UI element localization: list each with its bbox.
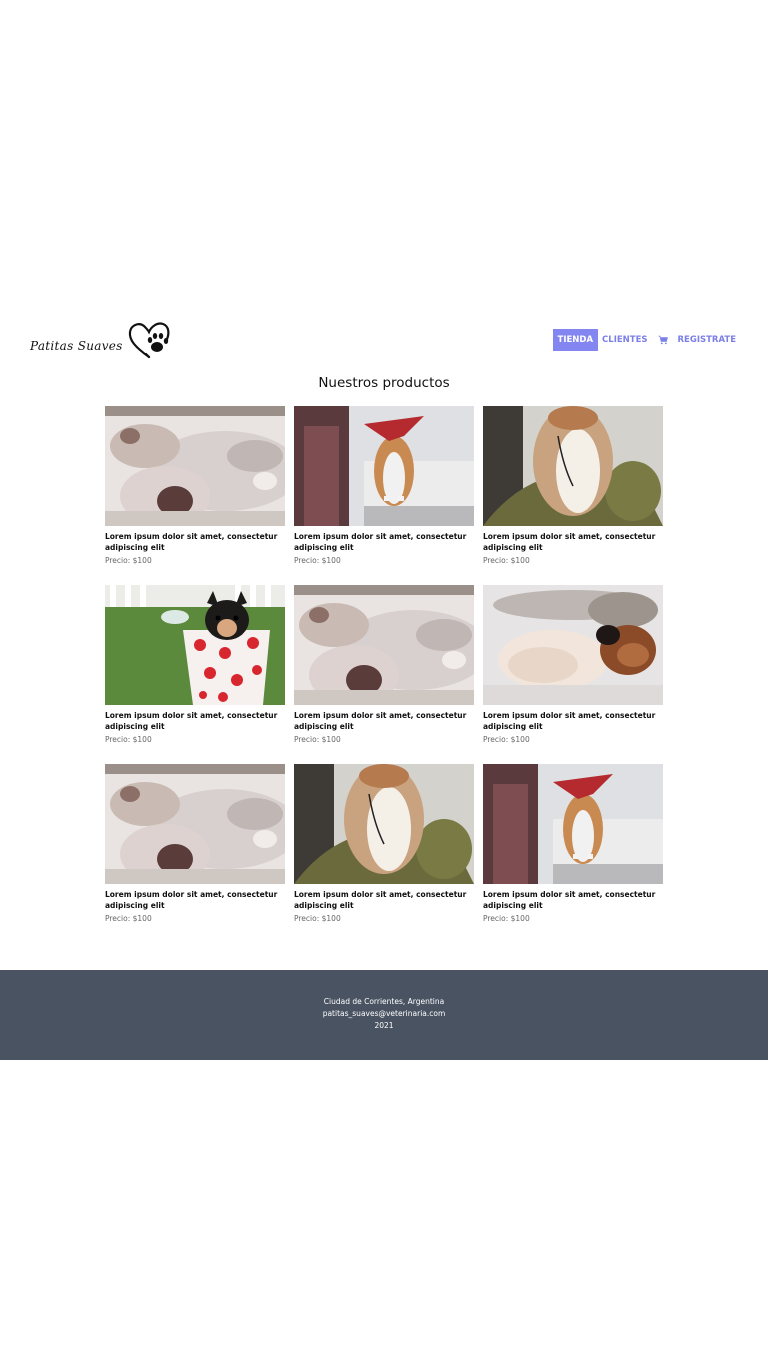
product-card[interactable]: Lorem ipsum dolor sit amet, consectetur … [483,764,663,924]
product-card[interactable]: Lorem ipsum dolor sit amet, consectetur … [105,764,285,924]
nav-clientes[interactable]: CLIENTES [598,330,651,350]
nav-registrate[interactable]: REGISTRATE [674,330,740,350]
product-card[interactable]: Lorem ipsum dolor sit amet, consectetur … [483,406,663,566]
product-card[interactable]: Lorem ipsum dolor sit amet, consectetur … [294,764,474,924]
product-card[interactable]: Lorem ipsum dolor sit amet, consectetur … [105,406,285,566]
kitten-sleeping-photo [294,585,474,705]
product-price: Precio: $100 [105,914,152,923]
product-description: Lorem ipsum dolor sit amet, consectetur … [105,890,278,910]
product-description: Lorem ipsum dolor sit amet, consectetur … [483,532,656,552]
product-card[interactable]: Lorem ipsum dolor sit amet, consectetur … [105,585,285,745]
product-price: Precio: $100 [294,556,341,565]
product-price: Precio: $100 [294,914,341,923]
product-description: Lorem ipsum dolor sit amet, consectetur … [105,532,278,552]
page: Patitas Suaves TIENDA CLIENTES REGISTRAT… [0,0,768,1365]
product-price: Precio: $100 [483,914,530,923]
product-price: Precio: $100 [105,556,152,565]
puppies-sleeping-photo [483,585,663,705]
footer-email[interactable]: patitas_suaves@veterinaria.com [0,1008,768,1020]
kitten-sleeping-photo [105,764,285,884]
product-card[interactable]: Lorem ipsum dolor sit amet, consectetur … [294,585,474,745]
nav-tienda[interactable]: TIENDA [552,329,599,351]
product-price: Precio: $100 [294,735,341,744]
footer: Ciudad de Corrientes, Argentina patitas_… [0,970,768,1060]
product-price: Precio: $100 [105,735,152,744]
dog-on-chair-photo [483,406,663,526]
product-description: Lorem ipsum dolor sit amet, consectetur … [483,890,656,910]
puppy-in-polka-dot-cup-photo [105,585,285,705]
product-price: Precio: $100 [483,735,530,744]
product-card[interactable]: Lorem ipsum dolor sit amet, consectetur … [294,406,474,566]
footer-year: 2021 [374,1021,394,1030]
product-card[interactable]: Lorem ipsum dolor sit amet, consectetur … [483,585,663,745]
heart-paw-icon [128,322,170,359]
cart-icon[interactable] [658,335,668,345]
product-description: Lorem ipsum dolor sit amet, consectetur … [483,711,656,731]
section-title: Nuestros productos [318,375,450,391]
footer-location: Ciudad de Corrientes, Argentina [323,997,445,1006]
main-nav: TIENDA CLIENTES REGISTRATE [552,329,740,351]
product-grid: Lorem ipsum dolor sit amet, consectetur … [105,406,664,924]
dog-on-chair-photo [294,764,474,884]
product-description: Lorem ipsum dolor sit amet, consectetur … [294,890,467,910]
brand-name: Patitas Suaves [30,339,123,353]
product-description: Lorem ipsum dolor sit amet, consectetur … [105,711,278,731]
cat-red-bandana-photo [483,764,663,884]
product-description: Lorem ipsum dolor sit amet, consectetur … [294,532,467,552]
product-price: Precio: $100 [483,556,530,565]
product-description: Lorem ipsum dolor sit amet, consectetur … [294,711,467,731]
brand-logo-link[interactable]: Patitas Suaves [30,320,171,360]
cat-red-bandana-photo [294,406,474,526]
kitten-sleeping-photo [105,406,285,526]
